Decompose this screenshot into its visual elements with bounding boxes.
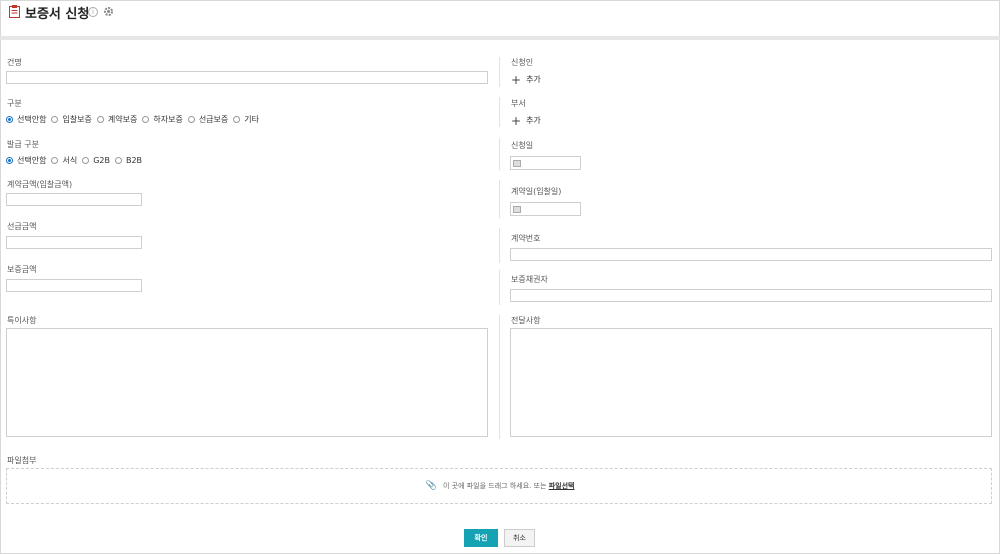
issue-type-option-g2b[interactable]: G2B bbox=[82, 156, 110, 165]
contract-no-input[interactable] bbox=[510, 248, 992, 261]
issue-type-option-b2b[interactable]: B2B bbox=[114, 156, 142, 165]
attachment-label: 파일첨부 bbox=[7, 456, 37, 465]
subject-input[interactable] bbox=[6, 71, 488, 84]
confirm-button[interactable]: 확인 bbox=[464, 529, 498, 547]
column-divider bbox=[499, 180, 500, 218]
contract-amount-label: 계약금액(입찰금액) bbox=[7, 180, 73, 189]
category-option-other[interactable]: 기타 bbox=[233, 114, 259, 125]
contract-no-label: 계약번호 bbox=[511, 234, 541, 243]
calendar-icon bbox=[513, 160, 521, 167]
clipboard-icon bbox=[9, 5, 20, 18]
issue-type-option-none[interactable]: 선택안함 bbox=[6, 155, 46, 166]
column-divider bbox=[499, 97, 500, 127]
plus-icon: + bbox=[511, 72, 522, 87]
obligee-label: 보증채권자 bbox=[511, 275, 548, 284]
remarks-label: 특이사항 bbox=[7, 316, 37, 325]
cancel-button[interactable]: 취소 bbox=[504, 529, 535, 547]
page-title: 보증서 신청 bbox=[25, 7, 90, 22]
dropzone-hint: 📎 이 곳에 파일을 드래그 하세요. 또는 파일선택 bbox=[425, 481, 575, 491]
column-divider bbox=[499, 228, 500, 263]
calendar-icon bbox=[513, 206, 521, 213]
message-textarea[interactable] bbox=[510, 328, 992, 437]
department-label: 부서 bbox=[511, 99, 526, 108]
contract-amount-input[interactable] bbox=[6, 193, 142, 206]
header-bar: 보증서 신청 i bbox=[0, 0, 1000, 40]
message-label: 전달사항 bbox=[511, 316, 541, 325]
file-select-link[interactable]: 파일선택 bbox=[549, 482, 575, 490]
gear-icon[interactable] bbox=[103, 6, 114, 17]
category-option-bid[interactable]: 입찰보증 bbox=[51, 114, 92, 125]
issue-type-radio-group: 선택안함 서식 G2B B2B bbox=[6, 155, 147, 166]
category-label: 구분 bbox=[7, 99, 22, 108]
remarks-textarea[interactable] bbox=[6, 328, 488, 437]
applicant-add-button[interactable]: + 추가 bbox=[511, 72, 541, 87]
subject-label: 건명 bbox=[7, 58, 22, 67]
column-divider bbox=[499, 138, 500, 170]
issue-type-option-form[interactable]: 서식 bbox=[51, 155, 77, 166]
category-option-contract[interactable]: 계약보증 bbox=[96, 114, 137, 125]
column-divider bbox=[499, 315, 500, 439]
category-option-defect[interactable]: 하자보증 bbox=[142, 114, 183, 125]
issue-type-label: 발급 구분 bbox=[7, 140, 39, 149]
category-option-advance[interactable]: 선급보증 bbox=[187, 114, 228, 125]
apply-date-label: 신청일 bbox=[511, 141, 534, 150]
applicant-label: 신청인 bbox=[511, 58, 534, 67]
column-divider bbox=[499, 270, 500, 305]
paperclip-icon: 📎 bbox=[425, 481, 437, 491]
contract-date-label: 계약일(입찰일) bbox=[511, 187, 562, 196]
apply-date-input[interactable] bbox=[510, 156, 581, 170]
plus-icon: + bbox=[511, 113, 522, 128]
advance-amount-label: 선급금액 bbox=[7, 222, 37, 231]
contract-date-input[interactable] bbox=[510, 202, 581, 216]
department-add-button[interactable]: + 추가 bbox=[511, 113, 541, 128]
guarantee-amount-input[interactable] bbox=[6, 279, 142, 292]
obligee-input[interactable] bbox=[510, 289, 992, 302]
guarantee-amount-label: 보증금액 bbox=[7, 265, 37, 274]
file-dropzone[interactable]: 📎 이 곳에 파일을 드래그 하세요. 또는 파일선택 bbox=[6, 468, 992, 504]
category-option-none[interactable]: 선택안함 bbox=[6, 114, 46, 125]
column-divider bbox=[499, 57, 500, 87]
category-radio-group: 선택안함 입찰보증 계약보증 하자보증 선급보증 기타 bbox=[6, 114, 264, 125]
info-icon[interactable]: i bbox=[88, 7, 98, 17]
advance-amount-input[interactable] bbox=[6, 236, 142, 249]
